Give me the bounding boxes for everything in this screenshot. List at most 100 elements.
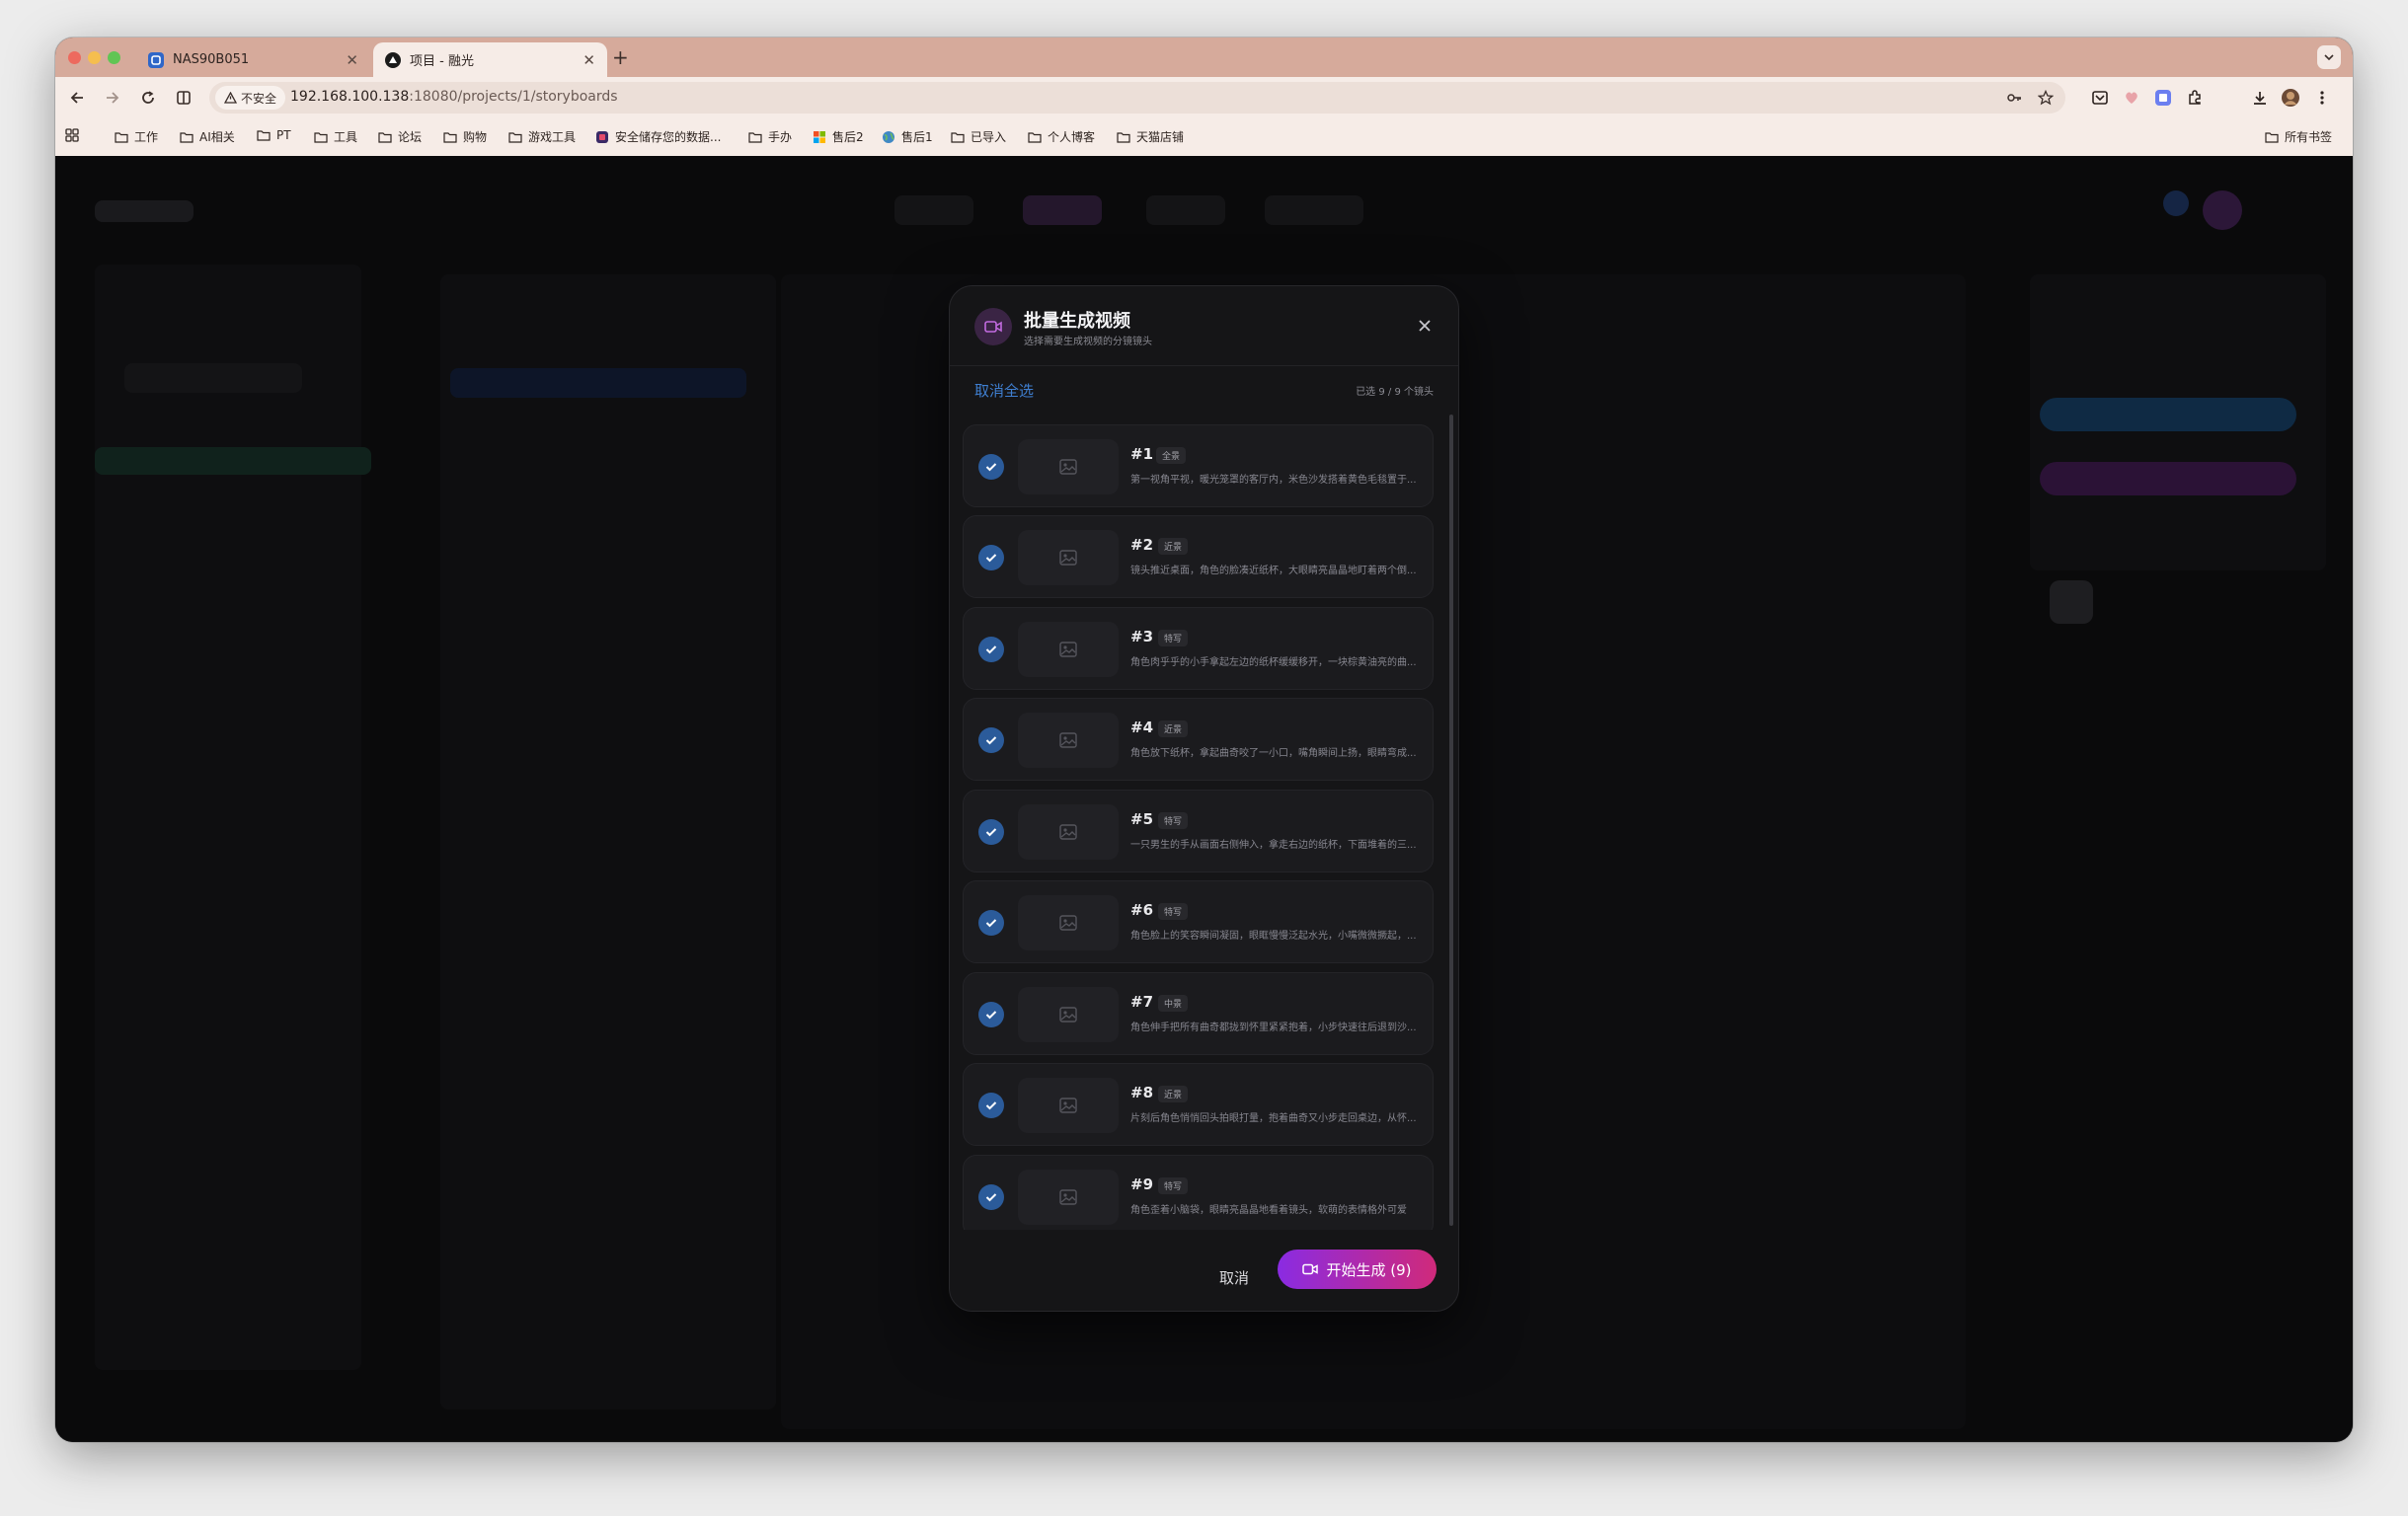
bookmark-link[interactable]: 售后1: [882, 128, 933, 145]
translate-extension-icon[interactable]: [2153, 88, 2173, 108]
tab-title: 项目 - 融光: [410, 54, 474, 69]
checkbox-checked-icon[interactable]: [978, 1184, 1004, 1210]
url-host: 192.168.100.138: [290, 89, 410, 105]
reload-icon[interactable]: [136, 86, 160, 110]
sidebar-item: [124, 363, 302, 393]
cancel-button[interactable]: 取消: [1219, 1267, 1249, 1288]
start-generate-button[interactable]: 开始生成 (9): [1278, 1250, 1437, 1289]
close-tab-icon[interactable]: ✕: [346, 51, 358, 69]
folder-icon: [180, 131, 194, 143]
bookmark-folder[interactable]: 工作: [115, 128, 158, 145]
close-tab-icon[interactable]: ✕: [583, 51, 595, 69]
folder-icon: [748, 131, 762, 143]
security-label: 不安全: [241, 91, 277, 106]
checkbox-checked-icon[interactable]: [978, 545, 1004, 570]
browser-menu-icon[interactable]: [2312, 88, 2332, 108]
shot-item[interactable]: #6 特写 角色脸上的笑容瞬间凝固，眼眶慢慢泛起水光，小嘴微微撅起，...: [963, 880, 1434, 963]
bookmark-link[interactable]: 安全储存您的数据...: [595, 128, 721, 145]
extensions-puzzle-icon[interactable]: [2185, 88, 2205, 108]
bookmark-folder[interactable]: 购物: [443, 128, 487, 145]
checkbox-checked-icon[interactable]: [978, 637, 1004, 662]
bookmark-folder[interactable]: 手办: [748, 128, 792, 145]
avatar: [2203, 190, 2242, 230]
bookmark-label: 安全储存您的数据...: [615, 130, 722, 144]
profile-avatar[interactable]: [2281, 88, 2300, 108]
folder-icon: [115, 131, 128, 143]
tab-nas[interactable]: NAS90B051 ✕: [136, 42, 370, 77]
shot-item[interactable]: #3 特写 角色肉乎乎的小手拿起左边的纸杯缓缓移开，一块棕黄油亮的曲...: [963, 607, 1434, 690]
shot-item[interactable]: #5 特写 一只男生的手从画面右侧伸入，拿走右边的纸杯，下面堆着的三...: [963, 790, 1434, 872]
checkbox-checked-icon[interactable]: [978, 910, 1004, 936]
image-placeholder-icon: [1018, 895, 1119, 950]
sidebar: [95, 265, 361, 1370]
purple-action-bar: [2040, 462, 2296, 495]
shot-number: #5: [1130, 810, 1154, 828]
folder-icon: [1117, 131, 1130, 143]
apps-grid-icon[interactable]: [65, 128, 85, 142]
shot-item[interactable]: #4 近景 角色放下纸杯，拿起曲奇咬了一小口，嘴角瞬间上扬，眼睛弯成...: [963, 698, 1434, 781]
bookmark-link[interactable]: 售后2: [813, 128, 864, 145]
bookmark-folder[interactable]: 已导入: [951, 128, 1006, 145]
security-indicator[interactable]: 不安全: [215, 86, 286, 110]
image-placeholder-icon: [1018, 713, 1119, 768]
folder-icon: [2265, 131, 2279, 143]
deselect-all-link[interactable]: 取消全选: [974, 380, 1034, 401]
bookmark-label: 论坛: [398, 130, 423, 144]
bookmark-folder[interactable]: 工具: [314, 128, 357, 145]
globe-icon: [883, 130, 894, 143]
checkbox-checked-icon[interactable]: [978, 727, 1004, 753]
tab-project[interactable]: 项目 - 融光 ✕: [373, 42, 607, 77]
checkbox-checked-icon[interactable]: [978, 1093, 1004, 1118]
pink-extension-icon[interactable]: [2122, 88, 2141, 108]
shot-item[interactable]: #1 全景 第一视角平视，暖光笼罩的客厅内，米色沙发搭着黄色毛毯置于...: [963, 424, 1434, 507]
url-text[interactable]: 192.168.100.138:18080/projects/1/storybo…: [290, 89, 618, 105]
bookmark-label: AI相关: [199, 130, 235, 144]
bookmark-folder[interactable]: 论坛: [378, 128, 422, 145]
selected-count: 已选 9 / 9 个镜头: [1356, 387, 1434, 398]
shot-type-tag: 特写: [1158, 630, 1189, 646]
bookmark-folder[interactable]: 游戏工具: [508, 128, 576, 145]
shot-description: 角色放下纸杯，拿起曲奇咬了一小口，嘴角瞬间上扬，眼睛弯成...: [1130, 748, 1417, 759]
close-window-button[interactable]: [68, 51, 81, 64]
address-bar[interactable]: 不安全 192.168.100.138:18080/projects/1/sto…: [209, 82, 2065, 114]
bookmark-folder[interactable]: AI相关: [180, 128, 235, 145]
dialog-subtitle: 选择需要生成视频的分镜镜头: [1024, 337, 1152, 347]
download-icon[interactable]: [2250, 88, 2270, 108]
image-placeholder-icon: [1018, 1170, 1119, 1225]
new-tab-button[interactable]: +: [612, 45, 629, 69]
bookmark-folder[interactable]: 个人博客: [1028, 128, 1095, 145]
batch-generate-dialog: 批量生成视频 选择需要生成视频的分镜镜头 取消全选 已选 9 / 9 个镜头 #…: [949, 285, 1459, 1312]
bookmark-star-icon[interactable]: [2037, 89, 2055, 106]
checkbox-checked-icon[interactable]: [978, 819, 1004, 845]
shot-description: 角色肉乎乎的小手拿起左边的纸杯缓缓移开，一块棕黄油亮的曲...: [1130, 657, 1417, 668]
sidebar-item-active: [95, 447, 371, 475]
scene-item-active: [450, 368, 746, 398]
forward-icon[interactable]: [101, 86, 124, 110]
shot-item[interactable]: #9 特写 角色歪着小脑袋，眼睛亮晶晶地看着镜头，软萌的表情格外可爱: [963, 1155, 1434, 1230]
password-key-icon[interactable]: [2006, 90, 2022, 106]
shot-item[interactable]: #2 近景 镜头推近桌面，角色的脸凑近纸杯，大眼睛亮晶晶地盯着两个倒...: [963, 515, 1434, 598]
browser-window: NAS90B051 ✕ 项目 - 融光 ✕ + 不安全 192.168.100.…: [55, 38, 2353, 1442]
checkbox-checked-icon[interactable]: [978, 454, 1004, 480]
list-scrollbar[interactable]: [1449, 415, 1453, 1226]
bookmark-label: 天猫店铺: [1136, 130, 1185, 144]
bookmark-label: 个人博客: [1048, 130, 1096, 144]
all-bookmarks-folder[interactable]: 所有书签: [2265, 128, 2332, 145]
split-view-icon[interactable]: [172, 86, 195, 110]
shot-item[interactable]: #8 近景 片刻后角色悄悄回头拍眼打量，抱着曲奇又小步走回桌边，从怀...: [963, 1063, 1434, 1146]
dialog-title: 批量生成视频: [1024, 311, 1130, 332]
shot-number: #3: [1130, 628, 1154, 645]
bookmark-folder[interactable]: 天猫店铺: [1117, 128, 1184, 145]
bookmark-label: 所有书签: [2285, 130, 2333, 144]
shot-item[interactable]: #7 中景 角色伸手把所有曲奇都拢到怀里紧紧抱着，小步快速往后退到沙...: [963, 972, 1434, 1055]
folder-icon: [443, 131, 457, 143]
back-icon[interactable]: [65, 86, 89, 110]
close-icon[interactable]: [1415, 316, 1435, 336]
minimize-window-button[interactable]: [88, 51, 101, 64]
reader-extension-icon[interactable]: [2090, 88, 2110, 108]
checkbox-checked-icon[interactable]: [978, 1002, 1004, 1027]
maximize-window-button[interactable]: [108, 51, 120, 64]
bookmark-label: 手办: [768, 130, 793, 144]
tab-search-button[interactable]: [2317, 45, 2341, 69]
bookmark-folder[interactable]: PT: [257, 128, 291, 142]
